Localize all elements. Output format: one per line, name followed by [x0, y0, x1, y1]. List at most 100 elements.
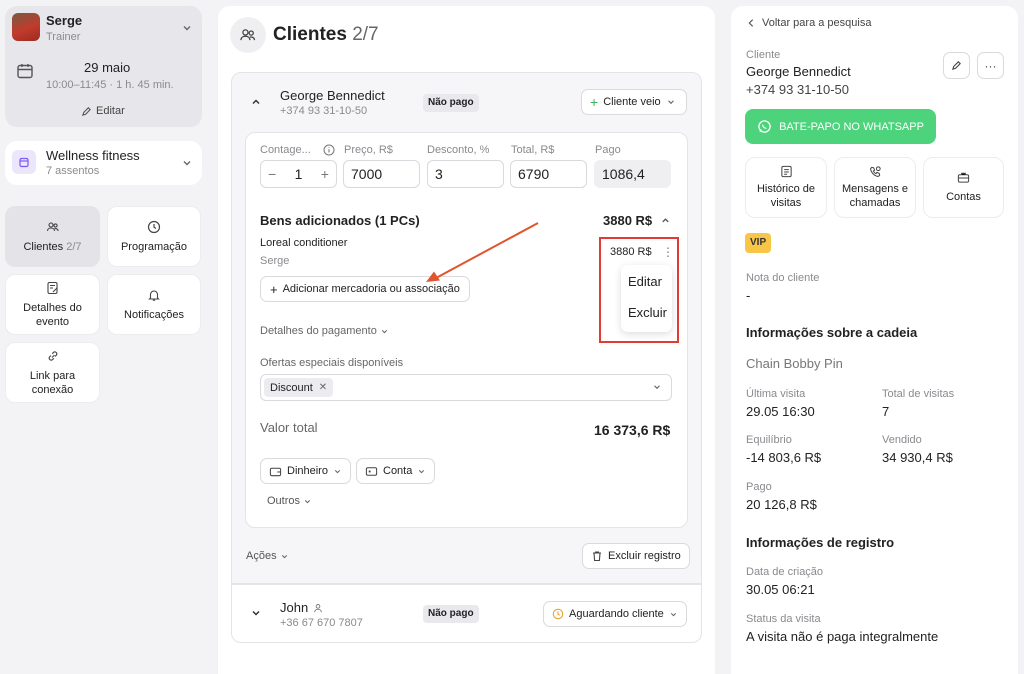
nav-schedule[interactable]: Programação — [107, 206, 201, 267]
discount-field[interactable]: 3 — [427, 160, 504, 188]
sold-label: Vendido — [882, 434, 922, 446]
chain-title: Informações sobre a cadeia — [746, 325, 918, 340]
decrement-button[interactable]: − — [268, 166, 276, 182]
offer-chip[interactable]: Discount ✕ — [264, 378, 334, 397]
messages-tile[interactable]: Mensagens e chamadas — [834, 157, 916, 218]
balance-value: -14 803,6 R$ — [746, 450, 822, 465]
price-label: Preço, R$ — [344, 144, 393, 156]
last-visit-label: Última visita — [746, 388, 806, 400]
page-title-count: 2/7 — [352, 24, 379, 45]
chevron-up-icon[interactable] — [250, 96, 262, 108]
created-label: Data de criação — [746, 566, 824, 578]
paid-field: 1086,4 — [594, 160, 671, 188]
registration-title: Informações de registro — [746, 535, 895, 550]
increment-button[interactable]: + — [321, 166, 329, 182]
chevron-down-icon — [304, 499, 311, 503]
back-link[interactable]: Voltar para a pesquisa — [747, 17, 871, 29]
client-status-dropdown[interactable]: + Cliente veio — [581, 89, 687, 115]
client-2-status-label: Aguardando cliente — [569, 608, 664, 620]
pay-cash-button[interactable]: Dinheiro — [260, 458, 351, 484]
total-label: Total, R$ — [511, 144, 555, 156]
total-field[interactable]: 6790 — [510, 160, 587, 188]
goods-title: Bens adicionados (1 PCs) — [260, 213, 420, 228]
event-date: 29 maio — [84, 60, 131, 75]
nav-schedule-label: Programação — [120, 240, 188, 253]
paid-value-panel: 20 126,8 R$ — [746, 497, 817, 512]
close-icon[interactable]: ✕ — [319, 382, 327, 393]
nav-clients[interactable]: Clientes 2/7 — [5, 206, 100, 267]
chevron-down-icon — [281, 554, 287, 558]
edit-document-icon — [46, 281, 58, 294]
nav-clients-count: 2/7 — [66, 240, 82, 253]
nav-clients-label: Clientes — [23, 240, 64, 253]
total-value-label: Valor total — [260, 420, 318, 435]
delete-record-button[interactable]: Excluir registro — [582, 543, 690, 569]
payment-details-toggle[interactable]: Detalhes do pagamento — [260, 325, 389, 337]
whatsapp-label: BATE-PAPO NO WHATSAPP — [779, 120, 924, 133]
place-name: Wellness fitness — [46, 148, 140, 163]
chevron-down-icon — [667, 100, 674, 105]
last-visit-value: 29.05 16:30 — [746, 404, 815, 419]
client-name[interactable]: George Bennedict — [280, 88, 385, 103]
quantity-stepper[interactable]: − 1 + — [260, 160, 337, 188]
pencil-icon — [951, 61, 961, 71]
nav-notifications[interactable]: Notificações — [107, 274, 201, 335]
nav-connection-link[interactable]: Link para conexão — [5, 342, 100, 403]
more-options-button[interactable]: ··· — [977, 52, 1004, 79]
edit-event-label: Editar — [96, 105, 125, 117]
actions-label: Ações — [246, 550, 277, 562]
history-tile[interactable]: Histórico de visitas — [745, 157, 827, 218]
client-2-status-dropdown[interactable]: Aguardando cliente — [543, 601, 687, 627]
discount-label: Desconto, % — [427, 144, 490, 156]
chevron-down-icon[interactable] — [250, 607, 262, 619]
user-role: Trainer — [46, 31, 81, 43]
nav-event-details[interactable]: Detalhes do evento — [5, 274, 100, 335]
paid-label-panel: Pago — [746, 481, 772, 493]
chain-name: Chain Bobby Pin — [746, 356, 843, 371]
client-2-name-text: John — [280, 600, 309, 615]
user-name: Serge — [46, 13, 83, 28]
info-icon[interactable] — [323, 144, 335, 156]
chevron-up-icon[interactable] — [660, 215, 671, 226]
others-label: Outros — [267, 495, 301, 507]
payment-badge: Não pago — [423, 94, 479, 112]
accounts-tile[interactable]: Contas — [923, 157, 1004, 218]
panel-client-phone: +374 93 31-10-50 — [746, 82, 850, 97]
whatsapp-button[interactable]: BATE-PAPO NO WHATSAPP — [745, 109, 936, 144]
count-label: Contage... — [260, 144, 311, 156]
client-2-name[interactable]: John — [280, 600, 323, 615]
clock-icon — [147, 220, 161, 233]
chevron-down-icon[interactable] — [181, 22, 193, 34]
panel-client-name: George Bennedict — [746, 64, 851, 79]
client-phone: +374 93 31-10-50 — [280, 105, 368, 117]
paid-label: Pago — [595, 144, 621, 156]
chevron-down-icon[interactable] — [181, 157, 193, 169]
card-icon — [365, 466, 378, 476]
chevron-down-icon — [334, 469, 341, 473]
users-icon — [46, 221, 59, 231]
client-label: Cliente — [746, 49, 781, 61]
price-field[interactable]: 7000 — [343, 160, 420, 188]
page-title: Clientes 2/7 — [273, 24, 379, 46]
client-status-label: Cliente veio — [603, 96, 661, 108]
goods-item-seller: Serge — [260, 255, 290, 267]
note-value: - — [746, 288, 751, 303]
link-icon — [48, 350, 57, 361]
plus-icon: + — [590, 94, 599, 110]
edit-event-button[interactable]: Editar — [81, 105, 125, 117]
whatsapp-icon — [758, 120, 771, 133]
offers-label: Ofertas especiais disponíveis — [260, 357, 404, 369]
actions-toggle[interactable]: Ações — [246, 550, 289, 562]
list-icon — [780, 165, 792, 178]
chevron-down-icon[interactable] — [652, 382, 662, 392]
pay-account-label: Conta — [383, 465, 413, 477]
user-icon — [314, 603, 322, 612]
clients-header-icon — [230, 17, 266, 53]
accounts-label: Contas — [946, 191, 981, 203]
edit-client-button[interactable] — [943, 52, 970, 79]
more-horizontal-icon: ··· — [984, 58, 997, 73]
others-toggle[interactable]: Outros — [267, 495, 312, 507]
chevron-down-icon — [419, 469, 425, 473]
pay-account-button[interactable]: Conta — [356, 458, 436, 484]
goods-sum: 3880 R$ — [603, 213, 653, 228]
